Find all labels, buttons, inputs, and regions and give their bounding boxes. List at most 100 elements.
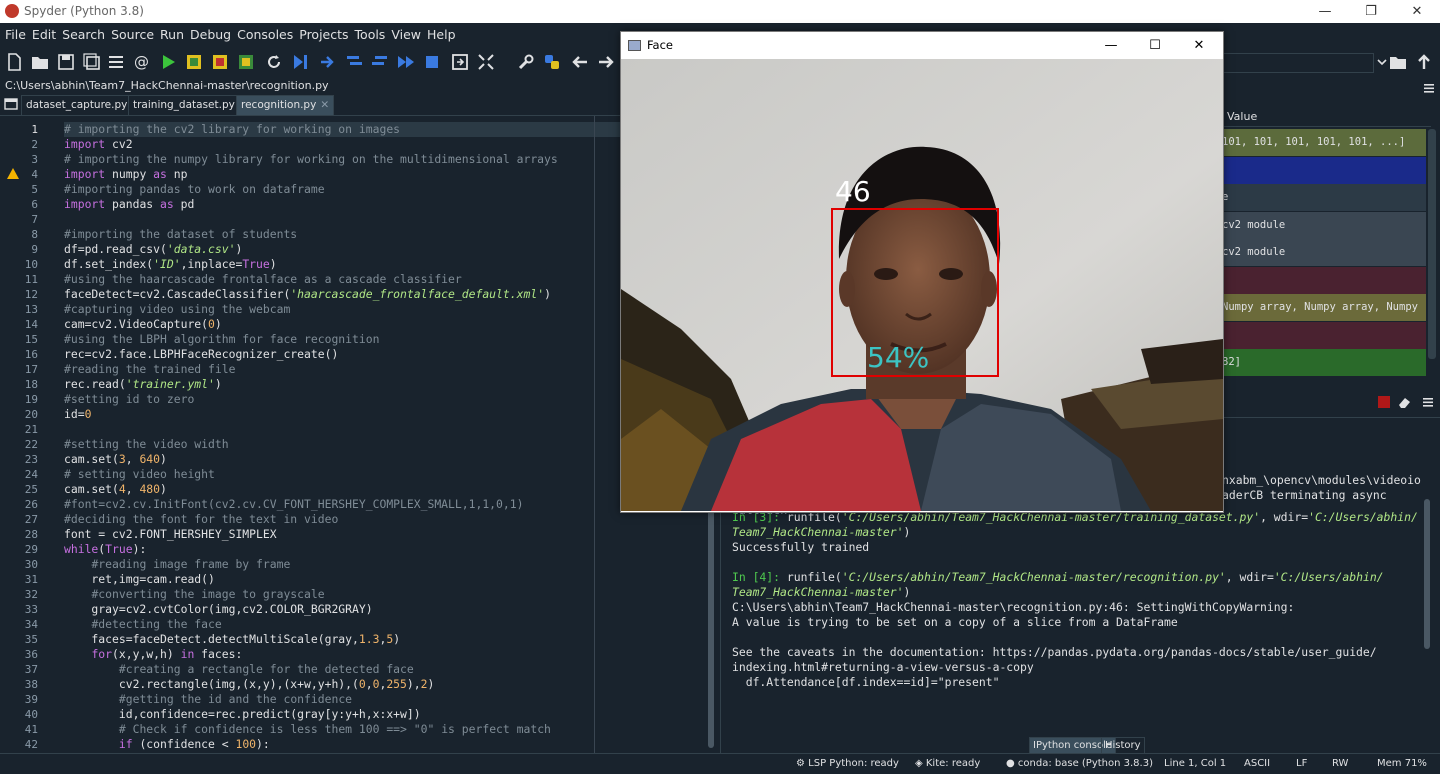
variable-row[interactable] <box>1222 156 1426 184</box>
warning-icon[interactable] <box>7 168 19 179</box>
code-line[interactable]: id=0 <box>64 407 704 422</box>
code-line[interactable]: #importing the dataset of students <box>64 227 704 242</box>
menu-run[interactable]: Run <box>157 23 187 47</box>
code-line[interactable]: #setting the video width <box>64 437 704 452</box>
code-line[interactable]: import pandas as pd <box>64 197 704 212</box>
code-line[interactable]: import cv2 <box>64 137 704 152</box>
code-line[interactable]: rec.read('trainer.yml') <box>64 377 704 392</box>
working-directory-input[interactable] <box>1222 53 1374 73</box>
run-selection-icon[interactable] <box>236 52 256 72</box>
code-line[interactable]: gray=cv2.cvtColor(img,cv2.COLOR_BGR2GRAY… <box>64 602 704 617</box>
code-line[interactable]: while(True): <box>64 542 704 557</box>
code-line[interactable]: # setting video height <box>64 467 704 482</box>
tab-recognition[interactable]: recognition.py ✕ <box>236 95 335 115</box>
menu-view[interactable]: View <box>388 23 424 47</box>
code-line[interactable]: cam.set(3, 640) <box>64 452 704 467</box>
options-menu-icon[interactable] <box>1422 81 1436 95</box>
code-line[interactable]: id,confidence=rec.predict(gray[y:y+h,x:x… <box>64 707 704 722</box>
maximize-button[interactable]: ☐ <box>1133 34 1177 58</box>
code-line[interactable]: if (confidence < 100): <box>64 737 704 752</box>
save-icon[interactable] <box>56 52 76 72</box>
step-icon[interactable] <box>318 52 338 72</box>
step-into-icon[interactable] <box>344 52 364 72</box>
maximize-button[interactable]: ❐ <box>1348 0 1394 23</box>
code-line[interactable]: #capturing video using the webcam <box>64 302 704 317</box>
variable-row[interactable]: cv2 module <box>1222 211 1426 239</box>
code-line[interactable]: df=pd.read_csv('data.csv') <box>64 242 704 257</box>
code-editor[interactable]: 1 2 3 4 5 6 7 8 9 10 11 12 13 14 15 16 17 18 19 20 21 22 23 24 2… <box>0 116 720 753</box>
code-line[interactable]: #getting the id and the confidence <box>64 692 704 707</box>
console-output[interactable]: In [3]: runfile('C:/Users/abhin/Team7_Ha… <box>732 495 1418 690</box>
browse-folder-icon[interactable] <box>1388 52 1408 72</box>
code-line[interactable] <box>64 422 704 437</box>
scrollbar-thumb[interactable] <box>1424 499 1430 649</box>
variable-scrollbar[interactable] <box>1428 129 1436 359</box>
code-line[interactable]: #font=cv2.cv.InitFont(cv2.cv.CV_FONT_HER… <box>64 497 704 512</box>
code-line[interactable]: #detecting the face <box>64 617 704 632</box>
run-cell-icon[interactable] <box>184 52 204 72</box>
code-line[interactable]: #using the LBPH algorithm for face recog… <box>64 332 704 347</box>
step-return-icon[interactable] <box>370 52 390 72</box>
value-column-header[interactable]: Value <box>1222 108 1431 127</box>
debug-icon[interactable] <box>290 52 310 72</box>
code-line[interactable]: #importing pandas to work on dataframe <box>64 182 704 197</box>
menu-projects[interactable]: Projects <box>296 23 351 47</box>
fullscreen-icon[interactable] <box>476 52 496 72</box>
forward-arrow-icon[interactable] <box>596 52 616 72</box>
code-line[interactable]: # Check if confidence is less them 100 =… <box>64 722 704 737</box>
code-line[interactable]: #deciding the font for the text in video <box>64 512 704 527</box>
menu-edit[interactable]: Edit <box>29 23 59 47</box>
close-button[interactable]: ✕ <box>1177 34 1221 58</box>
continue-icon[interactable] <box>396 52 416 72</box>
at-icon[interactable]: @ <box>132 52 152 72</box>
save-all-icon[interactable] <box>82 52 102 72</box>
open-file-icon[interactable] <box>30 52 50 72</box>
code-line[interactable] <box>64 212 704 227</box>
code-line[interactable]: #reading image frame by frame <box>64 557 704 572</box>
menu-tools[interactable]: Tools <box>352 23 389 47</box>
run-cell-advance-icon[interactable] <box>210 52 230 72</box>
eraser-icon[interactable] <box>1397 395 1411 409</box>
tab-training-dataset[interactable]: training_dataset.py✕ <box>128 95 253 115</box>
code-line[interactable]: #reading the trained file <box>64 362 704 377</box>
code-line[interactable]: #converting the image to grayscale <box>64 587 704 602</box>
variable-row[interactable] <box>1222 321 1426 349</box>
minimize-button[interactable]: — <box>1302 0 1348 23</box>
wrench-icon[interactable] <box>516 52 536 72</box>
python-icon[interactable] <box>542 52 562 72</box>
options-menu-icon[interactable] <box>1421 395 1435 409</box>
code-line[interactable]: # importing the cv2 library for working … <box>64 122 704 137</box>
code-line[interactable]: font = cv2.FONT_HERSHEY_SIMPLEX <box>64 527 704 542</box>
variable-row[interactable]: Numpy array, Numpy array, Numpy <box>1222 294 1426 321</box>
menu-search[interactable]: Search <box>59 23 108 47</box>
variable-row[interactable]: 82] <box>1222 349 1426 376</box>
code-line[interactable]: #creating a rectangle for the detected f… <box>64 662 704 677</box>
code-area[interactable]: # importing the cv2 library for working … <box>64 122 704 752</box>
run-icon[interactable] <box>158 52 178 72</box>
tab-browse-icon[interactable] <box>4 97 18 111</box>
variable-row[interactable]: 101, 101, 101, 101, 101, ...] <box>1222 129 1426 156</box>
menu-source[interactable]: Source <box>108 23 157 47</box>
code-line[interactable]: import numpy as np <box>64 167 704 182</box>
stop-debug-icon[interactable] <box>422 52 442 72</box>
code-line[interactable]: cam=cv2.VideoCapture(0) <box>64 317 704 332</box>
list-icon[interactable] <box>106 52 126 72</box>
rerun-icon[interactable] <box>264 52 284 72</box>
code-line[interactable]: df.set_index('ID',inplace=True) <box>64 257 704 272</box>
variable-row[interactable]: e <box>1222 184 1426 211</box>
menu-help[interactable]: Help <box>424 23 459 47</box>
code-line[interactable]: faceDetect=cv2.CascadeClassifier('haarca… <box>64 287 704 302</box>
code-line[interactable]: faces=faceDetect.detectMultiScale(gray,1… <box>64 632 704 647</box>
code-line[interactable]: # importing the numpy library for workin… <box>64 152 704 167</box>
parent-directory-icon[interactable] <box>1414 52 1434 72</box>
variable-row[interactable]: cv2 module <box>1222 239 1426 266</box>
menu-consoles[interactable]: Consoles <box>234 23 296 47</box>
code-line[interactable]: #setting id to zero <box>64 392 704 407</box>
menu-debug[interactable]: Debug <box>187 23 234 47</box>
code-line[interactable]: cam.set(4, 480) <box>64 482 704 497</box>
menu-file[interactable]: File <box>0 23 29 47</box>
close-button[interactable]: ✕ <box>1394 0 1440 23</box>
console-scrollbar[interactable] <box>1422 429 1432 729</box>
minimize-button[interactable]: — <box>1089 34 1133 58</box>
back-arrow-icon[interactable] <box>570 52 590 72</box>
